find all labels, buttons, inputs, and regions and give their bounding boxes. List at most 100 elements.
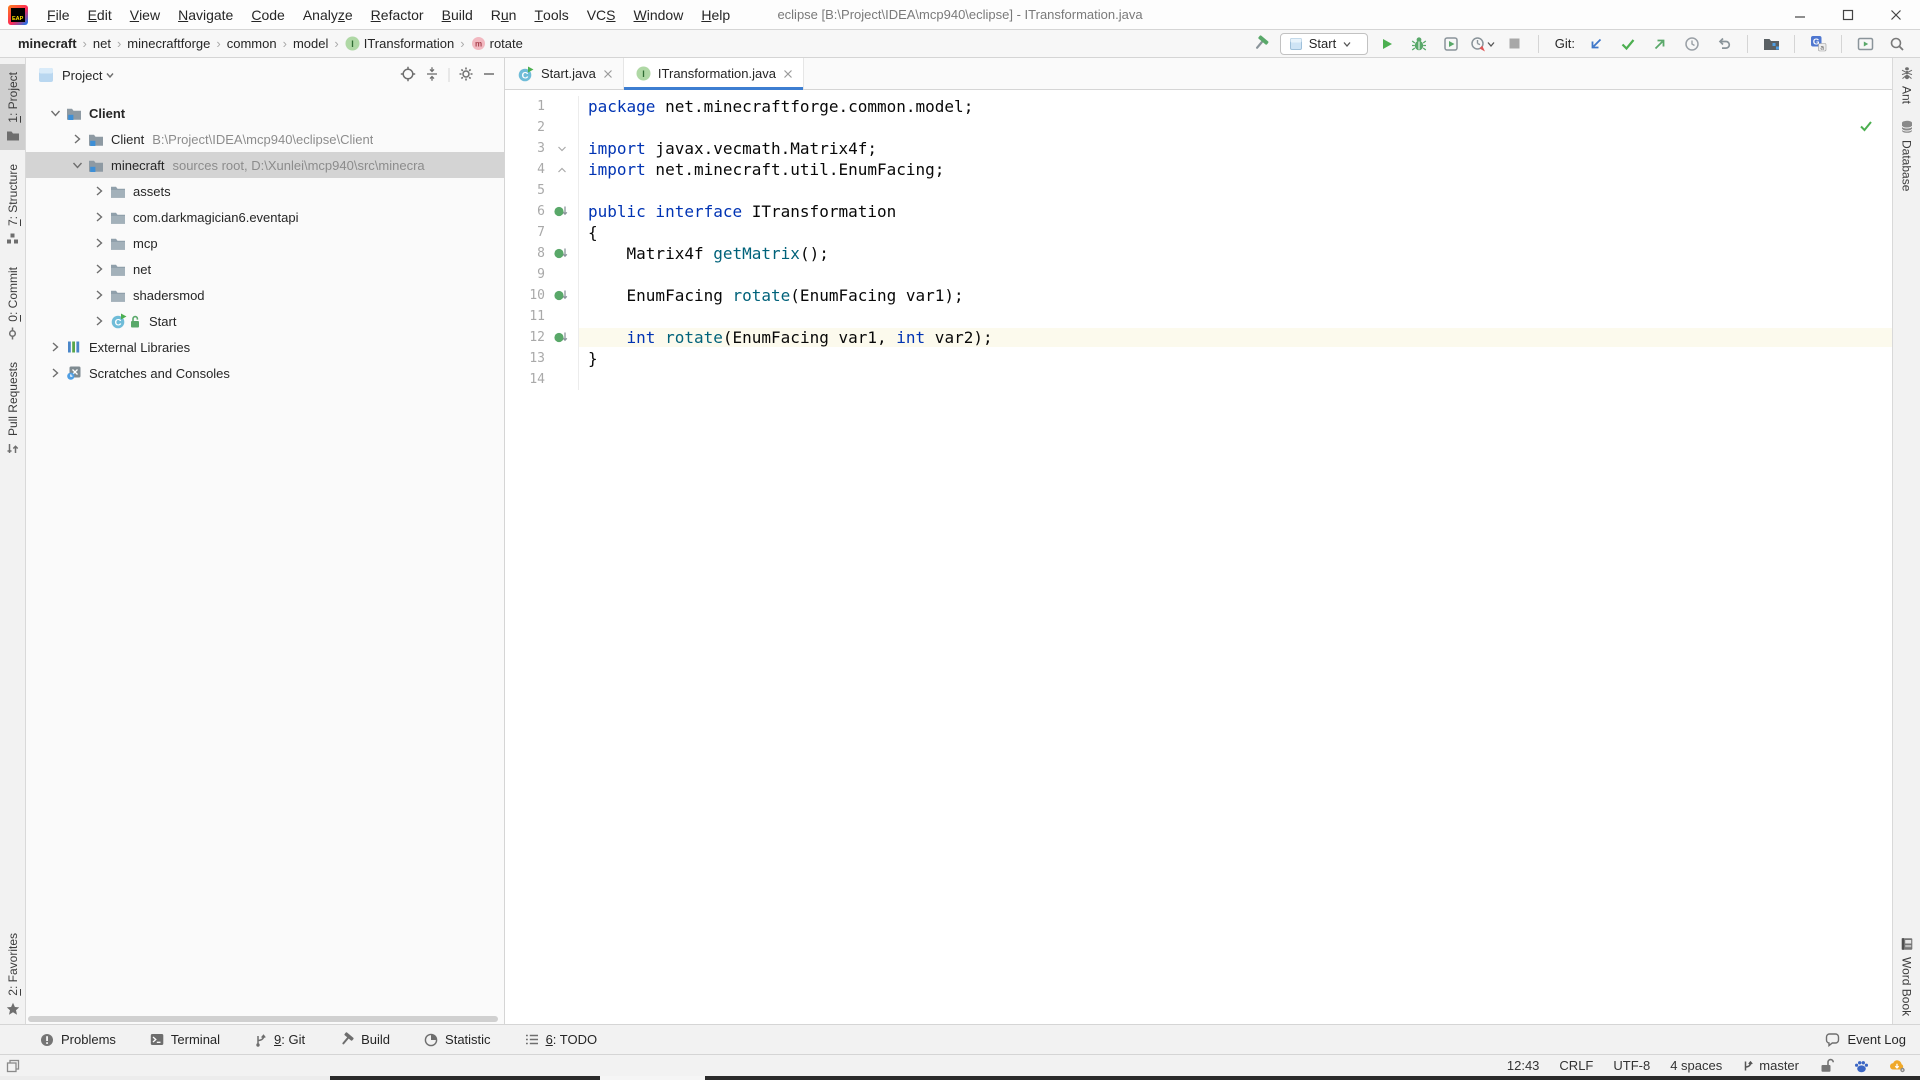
tw-down-icon[interactable] bbox=[48, 106, 62, 120]
breadcrumb-item[interactable]: mrotate bbox=[467, 36, 527, 51]
run-configuration-select[interactable]: Start bbox=[1280, 33, 1368, 55]
locate-button[interactable] bbox=[400, 66, 416, 85]
stripe-item-ant[interactable]: Ant bbox=[1893, 58, 1920, 112]
profiler-button[interactable] bbox=[1470, 32, 1496, 56]
fold-top-icon[interactable] bbox=[556, 143, 568, 155]
breadcrumb-item[interactable]: common bbox=[223, 36, 281, 51]
horizontal-scrollbar[interactable] bbox=[28, 1016, 498, 1022]
tree-item-start[interactable]: CStart bbox=[26, 308, 504, 334]
changes-folder-button[interactable] bbox=[1758, 32, 1784, 56]
stripe-item-pull-requests[interactable]: Pull Requests bbox=[0, 354, 25, 463]
close-button[interactable] bbox=[1872, 0, 1920, 30]
git-update-button[interactable] bbox=[1583, 32, 1609, 56]
code-editor[interactable]: 1package net.minecraftforge.common.model… bbox=[505, 90, 1892, 1024]
tw-right-icon[interactable] bbox=[92, 314, 106, 328]
restore-windows-icon[interactable] bbox=[6, 1059, 20, 1073]
toolwindow-6-todo[interactable]: 6: TODO bbox=[525, 1032, 598, 1047]
inspection-ok-icon[interactable] bbox=[1858, 118, 1874, 134]
stripe-item--favorites[interactable]: 2: Favorites bbox=[0, 925, 25, 1024]
translate-button[interactable]: Ga bbox=[1805, 32, 1831, 56]
chevron-down-icon[interactable] bbox=[104, 69, 116, 81]
breadcrumb-item[interactable]: minecraftforge bbox=[123, 36, 214, 51]
breadcrumb-item[interactable]: minecraft bbox=[14, 36, 81, 51]
menu-analyze[interactable]: Analyze bbox=[294, 0, 362, 30]
toolwindow-terminal[interactable]: Terminal bbox=[150, 1032, 220, 1047]
tree-item-net[interactable]: net bbox=[26, 256, 504, 282]
breadcrumb-item[interactable]: IITransformation bbox=[341, 36, 459, 51]
presentation-button[interactable] bbox=[1852, 32, 1878, 56]
tree-item-client[interactable]: Client bbox=[26, 100, 504, 126]
fold-bottom-icon[interactable] bbox=[556, 164, 568, 176]
status-utf-8[interactable]: UTF-8 bbox=[1613, 1058, 1650, 1073]
menu-window[interactable]: Window bbox=[625, 0, 693, 30]
collapse-all-button[interactable] bbox=[424, 66, 440, 85]
menu-view[interactable]: View bbox=[121, 0, 169, 30]
status-4-spaces[interactable]: 4 spaces bbox=[1670, 1058, 1722, 1073]
tree-item-mcp[interactable]: mcp bbox=[26, 230, 504, 256]
tw-right-icon[interactable] bbox=[92, 288, 106, 302]
minimize-button[interactable] bbox=[1776, 0, 1824, 30]
search-button[interactable] bbox=[1884, 32, 1910, 56]
hammer-button[interactable] bbox=[1248, 32, 1274, 56]
menu-file[interactable]: File bbox=[38, 0, 79, 30]
menu-refactor[interactable]: Refactor bbox=[362, 0, 433, 30]
tree-item-external-libraries[interactable]: External Libraries bbox=[26, 334, 504, 360]
git-push-button[interactable] bbox=[1647, 32, 1673, 56]
toolwindow-problems[interactable]: Problems bbox=[40, 1032, 116, 1047]
tw-right-icon[interactable] bbox=[48, 366, 62, 380]
tw-right-icon[interactable] bbox=[48, 340, 62, 354]
gear-button[interactable] bbox=[458, 66, 474, 85]
menu-help[interactable]: Help bbox=[692, 0, 739, 30]
tree-item-shadersmod[interactable]: shadersmod bbox=[26, 282, 504, 308]
stripe-item--commit[interactable]: 0: Commit bbox=[0, 259, 25, 349]
event-log-button[interactable]: Event Log bbox=[1825, 1032, 1906, 1047]
menu-vcs[interactable]: VCS bbox=[578, 0, 625, 30]
project-panel-title[interactable]: Project bbox=[62, 68, 102, 83]
tree-item-client[interactable]: ClientB:\Project\IDEA\mcp940\eclipse\Cli… bbox=[26, 126, 504, 152]
menu-build[interactable]: Build bbox=[433, 0, 482, 30]
stripe-item-word-book[interactable]: Word Book bbox=[1893, 929, 1920, 1024]
coverage-button[interactable] bbox=[1438, 32, 1464, 56]
status-unlock[interactable] bbox=[1819, 1058, 1834, 1073]
tw-right-icon[interactable] bbox=[70, 132, 84, 146]
breadcrumb-item[interactable]: net bbox=[89, 36, 115, 51]
stop-button[interactable] bbox=[1502, 32, 1528, 56]
tab-close-icon[interactable] bbox=[783, 69, 793, 79]
tree-item-assets[interactable]: assets bbox=[26, 178, 504, 204]
editor-tab-itransformation-java[interactable]: IITransformation.java bbox=[624, 58, 804, 89]
menu-edit[interactable]: Edit bbox=[79, 0, 121, 30]
rollback-button[interactable] bbox=[1711, 32, 1737, 56]
toolwindow-build[interactable]: Build bbox=[339, 1032, 390, 1047]
tw-right-icon[interactable] bbox=[92, 262, 106, 276]
tw-down-icon[interactable] bbox=[70, 158, 84, 172]
maximize-button[interactable] bbox=[1824, 0, 1872, 30]
status-master[interactable]: master bbox=[1742, 1058, 1799, 1073]
status-crlf[interactable]: CRLF bbox=[1559, 1058, 1593, 1073]
history-clock-button[interactable] bbox=[1679, 32, 1705, 56]
git-check-button[interactable] bbox=[1615, 32, 1641, 56]
menu-run[interactable]: Run bbox=[482, 0, 526, 30]
toolwindow-statistic[interactable]: Statistic bbox=[424, 1032, 491, 1047]
debug-button[interactable] bbox=[1406, 32, 1432, 56]
minus-button[interactable] bbox=[482, 67, 496, 84]
tree-item-minecraft[interactable]: minecraftsources root, D:\Xunlei\mcp940\… bbox=[26, 152, 504, 178]
toolwindow-9-git[interactable]: 9: Git bbox=[254, 1032, 305, 1047]
menu-tools[interactable]: Tools bbox=[525, 0, 577, 30]
tw-right-icon[interactable] bbox=[92, 184, 106, 198]
stripe-item--structure[interactable]: 7: Structure bbox=[0, 156, 25, 253]
menu-navigate[interactable]: Navigate bbox=[169, 0, 242, 30]
status-12-43[interactable]: 12:43 bbox=[1507, 1058, 1540, 1073]
stripe-item-database[interactable]: Database bbox=[1893, 112, 1920, 199]
status-paw[interactable] bbox=[1854, 1059, 1869, 1073]
tree-item-com-darkmagician6-eventapi[interactable]: com.darkmagician6.eventapi bbox=[26, 204, 504, 230]
tree-item-scratches-and-consoles[interactable]: Scratches and Consoles bbox=[26, 360, 504, 386]
play-button[interactable] bbox=[1374, 32, 1400, 56]
tw-right-icon[interactable] bbox=[92, 210, 106, 224]
tw-right-icon[interactable] bbox=[92, 236, 106, 250]
editor-tab-start-java[interactable]: CStart.java bbox=[505, 58, 624, 89]
breadcrumb-item[interactable]: model bbox=[289, 36, 332, 51]
stripe-item--project[interactable]: 1: Project bbox=[0, 64, 25, 150]
status-cloud[interactable] bbox=[1889, 1058, 1906, 1073]
tab-close-icon[interactable] bbox=[603, 69, 613, 79]
menu-code[interactable]: Code bbox=[242, 0, 293, 30]
